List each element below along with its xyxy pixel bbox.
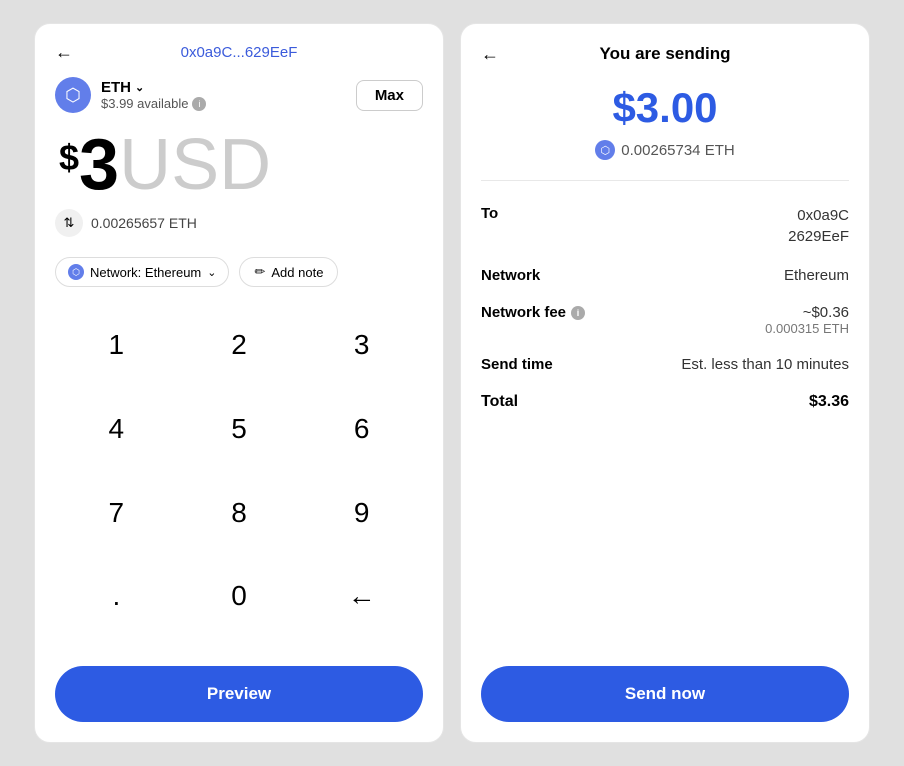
info-icon[interactable]: i	[192, 97, 206, 111]
total-row: Total $3.36	[481, 393, 849, 411]
send-usd-amount: $3.00	[481, 84, 849, 132]
key-2[interactable]: 2	[178, 311, 301, 379]
right-header: ← You are sending	[481, 44, 849, 64]
network-chevron-icon: ⌄	[207, 266, 216, 279]
eth-icon: ⬡	[55, 77, 91, 113]
token-selector[interactable]: ⬡ ETH ⌄ $3.99 available i	[55, 77, 206, 113]
token-row: ⬡ ETH ⌄ $3.99 available i Max	[55, 77, 423, 113]
fee-eth: 0.000315 ETH	[765, 321, 849, 336]
eth-amount-text: 0.00265657 ETH	[91, 215, 197, 231]
send-eth-row: ⬡ 0.00265734 ETH	[481, 140, 849, 160]
network-row-value: Ethereum	[784, 267, 849, 284]
preview-button[interactable]: Preview	[55, 666, 423, 722]
key-8[interactable]: 8	[178, 479, 301, 547]
token-chevron-icon: ⌄	[135, 81, 144, 94]
network-selector[interactable]: ⬡ Network: Ethereum ⌄	[55, 257, 229, 287]
wallet-address[interactable]: 0x0a9C...629EeF	[181, 44, 298, 61]
eth-conversion-row: ⇅ 0.00265657 ETH	[55, 209, 423, 237]
to-row: To 0x0a9C 2629EeF	[481, 205, 849, 247]
back-button-left[interactable]: ←	[55, 42, 73, 63]
to-address: 0x0a9C 2629EeF	[788, 205, 849, 247]
network-row: Network Ethereum	[481, 267, 849, 284]
fee-values: ~$0.36 0.000315 ETH	[765, 304, 849, 336]
send-eth-amount: 0.00265734 ETH	[621, 142, 734, 159]
fee-info-icon[interactable]: i	[571, 306, 585, 320]
key-0[interactable]: 0	[178, 562, 301, 630]
key-5[interactable]: 5	[178, 395, 301, 463]
send-now-button[interactable]: Send now	[481, 666, 849, 722]
send-time-value: Est. less than 10 minutes	[681, 356, 849, 373]
fee-label-container: Network fee i	[481, 304, 585, 321]
panel-title: You are sending	[600, 44, 731, 64]
to-label: To	[481, 205, 498, 222]
key-3[interactable]: 3	[300, 311, 423, 379]
usd-label: USD	[119, 129, 271, 201]
fee-usd: ~$0.36	[765, 304, 849, 321]
send-time-label: Send time	[481, 356, 553, 373]
pencil-icon: ✏	[254, 264, 265, 280]
send-panel-right: ← You are sending $3.00 ⬡ 0.00265734 ETH…	[460, 23, 870, 743]
total-label: Total	[481, 393, 518, 411]
key-6[interactable]: 6	[300, 395, 423, 463]
amount-display: $ 3 USD	[55, 129, 423, 201]
amount-number: 3	[79, 129, 119, 201]
key-7[interactable]: 7	[55, 479, 178, 547]
key-1[interactable]: 1	[55, 311, 178, 379]
swap-icon[interactable]: ⇅	[55, 209, 83, 237]
token-name: ETH ⌄	[101, 79, 206, 96]
left-header: ← 0x0a9C...629EeF	[55, 44, 423, 61]
eth-icon-small: ⬡	[595, 140, 615, 160]
token-balance: $3.99 available i	[101, 96, 206, 111]
fee-label: Network fee	[481, 304, 566, 321]
add-note-label: Add note	[271, 265, 323, 280]
send-time-row: Send time Est. less than 10 minutes	[481, 356, 849, 373]
keypad: 1 2 3 4 5 6 7 8 9 . 0 ←	[55, 311, 423, 646]
send-amount-section: $3.00 ⬡ 0.00265734 ETH	[481, 84, 849, 181]
details-section: To 0x0a9C 2629EeF Network Ethereum Netwo…	[481, 205, 849, 666]
key-backspace[interactable]: ←	[300, 562, 423, 630]
key-4[interactable]: 4	[55, 395, 178, 463]
key-dot[interactable]: .	[55, 562, 178, 630]
bottom-controls: ⬡ Network: Ethereum ⌄ ✏ Add note	[55, 257, 423, 287]
total-value: $3.36	[809, 393, 849, 411]
network-row-label: Network	[481, 267, 540, 284]
eth-network-icon: ⬡	[68, 264, 84, 280]
back-button-right[interactable]: ←	[481, 44, 499, 65]
network-fee-row: Network fee i ~$0.36 0.000315 ETH	[481, 304, 849, 336]
dollar-sign: $	[59, 137, 79, 179]
send-panel-left: ← 0x0a9C...629EeF ⬡ ETH ⌄ $3.99 availabl…	[34, 23, 444, 743]
key-9[interactable]: 9	[300, 479, 423, 547]
max-button[interactable]: Max	[356, 80, 423, 111]
token-info: ETH ⌄ $3.99 available i	[101, 79, 206, 111]
add-note-button[interactable]: ✏ Add note	[239, 257, 338, 287]
network-label: Network: Ethereum	[90, 265, 201, 280]
